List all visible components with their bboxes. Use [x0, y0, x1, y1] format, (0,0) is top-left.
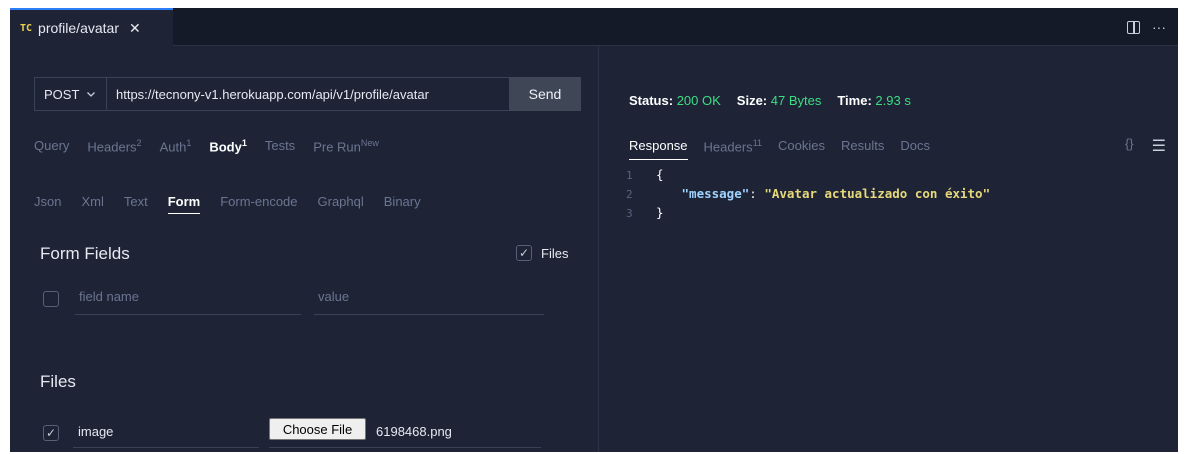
menu-icon[interactable]: ☰ — [1152, 136, 1166, 156]
status-info: Status: 200 OK — [629, 93, 721, 108]
tab-title: profile/avatar — [38, 20, 119, 36]
field-row-checkbox[interactable] — [43, 291, 59, 307]
body-tab-binary[interactable]: Binary — [384, 194, 421, 214]
field-name-input[interactable]: field name — [75, 285, 301, 315]
tab-response-headers[interactable]: Headers11 — [704, 138, 762, 160]
form-fields-title: Form Fields — [40, 244, 130, 263]
chevron-down-icon — [87, 92, 96, 97]
file-field-name[interactable]: image — [73, 416, 259, 448]
body-tab-form[interactable]: Form — [167, 194, 201, 214]
send-button[interactable]: Send — [509, 77, 581, 111]
url-input[interactable]: https://tecnony-v1.herokuapp.com/api/v1/… — [106, 77, 510, 111]
size-value: 47 Bytes — [770, 93, 822, 108]
request-tabs: Query Headers2 Auth1 Body1 Tests Pre Run… — [34, 138, 379, 154]
status-value: 200 OK — [676, 93, 721, 108]
panel-divider[interactable] — [598, 46, 599, 452]
files-title: Files — [40, 372, 76, 391]
method-label: POST — [44, 86, 80, 102]
code-line: 1{ — [626, 167, 664, 182]
time-value: 2.93 s — [875, 93, 911, 108]
checkbox-icon[interactable]: ✓ — [516, 245, 532, 261]
tab-pre-run[interactable]: Pre RunNew — [313, 138, 379, 154]
files-toggle-label: Files — [541, 245, 569, 261]
braces-icon[interactable]: {} — [1125, 136, 1134, 156]
choose-file-button[interactable]: Choose File — [269, 418, 366, 440]
method-select[interactable]: POST — [34, 77, 106, 111]
file-row-checkbox[interactable]: ✓ — [43, 425, 59, 441]
body-type-tabs: Json Xml Text Form Form-encode Graphql B… — [34, 194, 421, 214]
response-status-bar: Status: 200 OK Size: 47 Bytes Time: 2.93… — [629, 93, 911, 108]
tab-bar-actions: ··· — [1127, 8, 1166, 46]
tab-query[interactable]: Query — [34, 138, 69, 154]
body-tab-xml[interactable]: Xml — [81, 194, 103, 214]
tab-bar: TC profile/avatar ✕ ··· — [10, 8, 1178, 46]
size-info: Size: 47 Bytes — [736, 93, 822, 108]
close-icon[interactable]: ✕ — [129, 20, 141, 37]
editor-frame: TC profile/avatar ✕ ··· POST https://tec… — [10, 8, 1178, 452]
field-value-input[interactable]: value — [314, 285, 544, 315]
tab-cookies[interactable]: Cookies — [778, 138, 825, 160]
body-tab-form-encode[interactable]: Form-encode — [220, 194, 297, 214]
split-editor-icon[interactable] — [1127, 20, 1140, 34]
response-actions: {} ☰ — [1125, 136, 1166, 156]
body-tab-json[interactable]: Json — [34, 194, 61, 214]
tab-docs[interactable]: Docs — [900, 138, 930, 160]
request-badge: TC — [20, 22, 33, 34]
selected-file-name: 6198468.png — [376, 424, 452, 439]
files-toggle[interactable]: ✓ Files — [516, 245, 568, 261]
response-body: 1{ 2 "message": "Avatar actualizado con … — [626, 166, 990, 223]
tab-headers[interactable]: Headers2 — [87, 138, 141, 154]
body-tab-graphql[interactable]: Graphql — [318, 194, 364, 214]
time-info: Time: 2.93 s — [837, 93, 911, 108]
tab-body[interactable]: Body1 — [209, 138, 247, 154]
more-icon[interactable]: ··· — [1152, 19, 1166, 35]
tab-results[interactable]: Results — [841, 138, 884, 160]
code-line: 3} — [626, 205, 664, 220]
tab-tests[interactable]: Tests — [265, 138, 295, 154]
tab-profile-avatar[interactable]: TC profile/avatar ✕ — [10, 8, 173, 46]
response-tabs: Response Headers11 Cookies Results Docs — [629, 138, 930, 160]
code-line: 2 "message": "Avatar actualizado con éxi… — [626, 186, 991, 201]
tab-auth[interactable]: Auth1 — [160, 138, 192, 154]
body-tab-text[interactable]: Text — [124, 194, 148, 214]
tab-response[interactable]: Response — [629, 138, 688, 160]
